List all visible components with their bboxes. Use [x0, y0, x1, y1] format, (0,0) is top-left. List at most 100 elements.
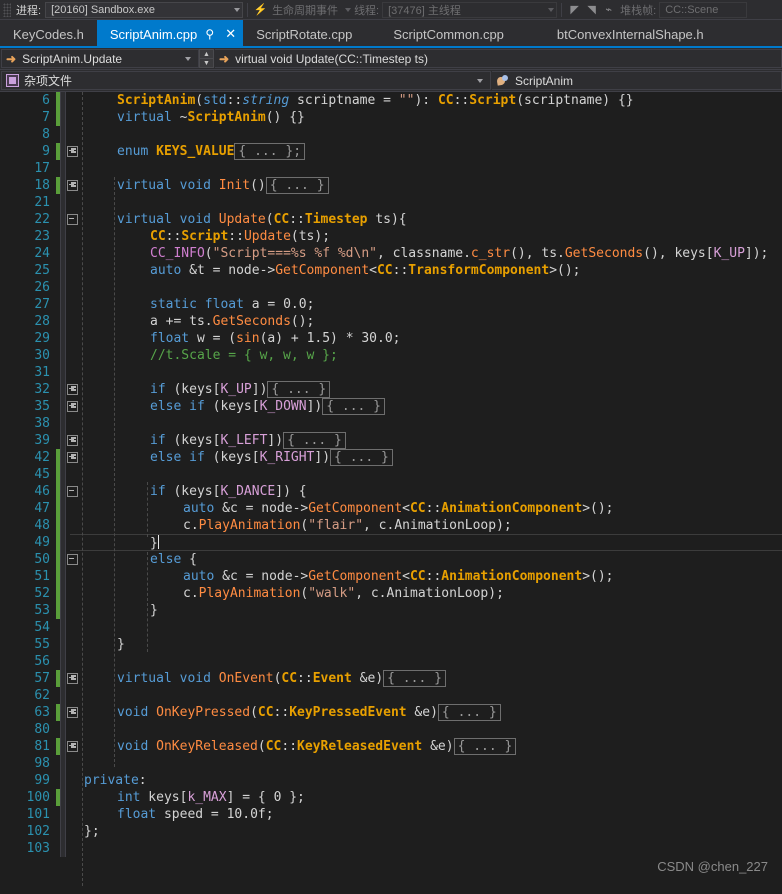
code-text[interactable]: private: [79, 773, 782, 788]
code-text[interactable]: enum KEYS_VALUE{ ... }; [79, 143, 782, 160]
code-line[interactable]: 8 [0, 126, 782, 143]
code-line[interactable]: 98 [0, 755, 782, 772]
code-line[interactable]: 18 virtual void Init(){ ... } [0, 177, 782, 194]
code-text[interactable]: CC_INFO("Script===%s %f %d\n", classname… [79, 246, 782, 261]
code-text[interactable]: auto &c = node->GetComponent<CC::Animati… [79, 569, 782, 584]
code-line[interactable]: 30 //t.Scale = { w, w, w }; [0, 347, 782, 364]
code-line[interactable]: 7 virtual ~ScriptAnim() {} [0, 109, 782, 126]
code-text[interactable]: ScriptAnim(std::string scriptname = ""):… [79, 93, 782, 108]
code-line[interactable]: 55} [0, 636, 782, 653]
code-line[interactable]: 26 [0, 279, 782, 296]
fold-toggle-icon[interactable] [66, 483, 79, 500]
code-line[interactable]: 54 [0, 619, 782, 636]
code-text[interactable]: virtual void OnEvent(CC::Event &e){ ... … [79, 670, 782, 687]
code-line[interactable]: 6 ScriptAnim(std::string scriptname = "")… [0, 92, 782, 109]
code-text[interactable]: }; [79, 824, 782, 839]
fold-toggle-icon[interactable] [66, 670, 79, 687]
code-line[interactable]: 102}; [0, 823, 782, 840]
code-line[interactable]: 103 [0, 840, 782, 857]
code-text[interactable]: c.PlayAnimation("flair", c.AnimationLoop… [79, 518, 782, 533]
code-line[interactable]: 28 a += ts.GetSeconds(); [0, 313, 782, 330]
close-icon[interactable]: ✕ [222, 25, 239, 43]
step-forward-icon[interactable]: ◥ [583, 2, 600, 18]
code-line[interactable]: 46 if (keys[K_DANCE]) { [0, 483, 782, 500]
code-line[interactable]: 27 static float a = 0.0; [0, 296, 782, 313]
class-dropdown[interactable]: ScriptAnim [492, 71, 782, 90]
tab-scriptcommon-cpp[interactable]: ScriptCommon.cpp [365, 20, 517, 48]
scope-dropdown[interactable]: ➜ ScriptAnim.Update [1, 49, 199, 68]
stackframe-combo[interactable]: CC::Scene [659, 1, 748, 18]
code-text[interactable]: virtual void Update(CC::Timestep ts){ [79, 212, 782, 227]
code-text[interactable]: if (keys[K_DANCE]) { [79, 484, 782, 499]
code-line[interactable]: 62 [0, 687, 782, 704]
code-line[interactable]: 80 [0, 721, 782, 738]
fold-toggle-icon[interactable] [66, 177, 79, 194]
code-text[interactable]: virtual ~ScriptAnim() {} [79, 110, 782, 125]
code-line[interactable]: 45 [0, 466, 782, 483]
code-text[interactable]: float speed = 10.0f; [79, 807, 782, 822]
code-text[interactable]: int keys[k_MAX] = { 0 }; [79, 790, 782, 805]
code-line[interactable]: 24 CC_INFO("Script===%s %f %d\n", classna… [0, 245, 782, 262]
fold-toggle-icon[interactable] [66, 211, 79, 228]
code-line[interactable]: 81 void OnKeyReleased(CC::KeyReleasedEven… [0, 738, 782, 755]
project-dropdown[interactable]: 杂项文件 [1, 71, 491, 90]
code-line[interactable]: 32 if (keys[K_UP]){ ... } [0, 381, 782, 398]
code-line[interactable]: 48 c.PlayAnimation("flair", c.AnimationLo… [0, 517, 782, 534]
code-text[interactable]: CC::Script::Update(ts); [79, 229, 782, 244]
code-line[interactable]: 100 int keys[k_MAX] = { 0 }; [0, 789, 782, 806]
nav-spinner[interactable]: ▲ ▼ [199, 49, 214, 68]
tab-btconvexinternalshape-h[interactable]: btConvexInternalShape.h [516, 20, 717, 48]
code-text[interactable]: } [79, 637, 782, 652]
code-text[interactable]: else if (keys[K_RIGHT]){ ... } [79, 449, 782, 466]
thread-combo[interactable]: [37476] 主线程 [382, 1, 558, 18]
code-text[interactable]: virtual void Init(){ ... } [79, 177, 782, 194]
code-text[interactable]: else { [79, 552, 782, 567]
fold-toggle-icon[interactable] [66, 551, 79, 568]
spinner-up-icon[interactable]: ▲ [200, 50, 213, 59]
code-text[interactable]: if (keys[K_LEFT]){ ... } [79, 432, 782, 449]
fold-toggle-icon[interactable] [66, 143, 79, 160]
tab-scriptanim-cpp[interactable]: ScriptAnim.cpp ⚲ ✕ [96, 20, 244, 48]
code-text[interactable]: auto &t = node->GetComponent<CC::Transfo… [79, 263, 782, 278]
fold-toggle-icon[interactable] [66, 449, 79, 466]
code-line[interactable]: 23 CC::Script::Update(ts); [0, 228, 782, 245]
code-text[interactable]: c.PlayAnimation("walk", c.AnimationLoop)… [79, 586, 782, 601]
fold-toggle-icon[interactable] [66, 738, 79, 755]
code-line[interactable]: 39 if (keys[K_LEFT]){ ... } [0, 432, 782, 449]
lifecycle-chevron-down-icon[interactable] [345, 7, 352, 12]
fold-toggle-icon[interactable] [66, 432, 79, 449]
code-line[interactable]: 21 [0, 194, 782, 211]
code-line[interactable]: 56 [0, 653, 782, 670]
tab-scriptrotate-cpp[interactable]: ScriptRotate.cpp [243, 20, 366, 48]
code-line[interactable]: 42 else if (keys[K_RIGHT]){ ... } [0, 449, 782, 466]
tab-overflow-area[interactable] [716, 20, 723, 48]
code-line[interactable]: 49} [0, 534, 782, 551]
code-text[interactable]: else if (keys[K_DOWN]){ ... } [79, 398, 782, 415]
fold-toggle-icon[interactable] [66, 381, 79, 398]
member-dropdown[interactable]: ➜ virtual void Update(CC::Timestep ts) [215, 49, 782, 68]
code-text[interactable]: static float a = 0.0; [79, 297, 782, 312]
code-text[interactable]: void OnKeyPressed(CC::KeyPressedEvent &e… [79, 704, 782, 721]
tab-keycodes-h[interactable]: KeyCodes.h [0, 20, 97, 48]
code-lines-container[interactable]: 6 ScriptAnim(std::string scriptname = "")… [0, 92, 782, 857]
code-line[interactable]: 101 float speed = 10.0f; [0, 806, 782, 823]
code-line[interactable]: 47 auto &c = node->GetComponent<CC::Anima… [0, 500, 782, 517]
code-line[interactable]: 38 [0, 415, 782, 432]
code-line[interactable]: 22 virtual void Update(CC::Timestep ts){ [0, 211, 782, 228]
code-line[interactable]: 35 else if (keys[K_DOWN]){ ... } [0, 398, 782, 415]
code-line[interactable]: 99 private: [0, 772, 782, 789]
code-text[interactable]: auto &c = node->GetComponent<CC::Animati… [79, 501, 782, 516]
code-text[interactable]: } [79, 603, 782, 618]
diagram-icon[interactable]: ⌁ [600, 2, 617, 18]
process-combo[interactable]: [20160] Sandbox.exe [45, 1, 244, 18]
code-editor[interactable]: 6 ScriptAnim(std::string scriptname = "")… [0, 92, 782, 886]
code-line[interactable]: 53} [0, 602, 782, 619]
code-text[interactable]: //t.Scale = { w, w, w }; [79, 348, 782, 363]
pin-icon[interactable]: ⚲ [201, 25, 218, 43]
code-line[interactable]: 63 void OnKeyPressed(CC::KeyPressedEvent … [0, 704, 782, 721]
fold-toggle-icon[interactable] [66, 704, 79, 721]
code-text[interactable]: void OnKeyReleased(CC::KeyReleasedEvent … [79, 738, 782, 755]
spinner-down-icon[interactable]: ▼ [200, 59, 213, 67]
code-line[interactable]: 51 auto &c = node->GetComponent<CC::Anima… [0, 568, 782, 585]
code-line[interactable]: 29 float w = (sin(a) + 1.5) * 30.0; [0, 330, 782, 347]
